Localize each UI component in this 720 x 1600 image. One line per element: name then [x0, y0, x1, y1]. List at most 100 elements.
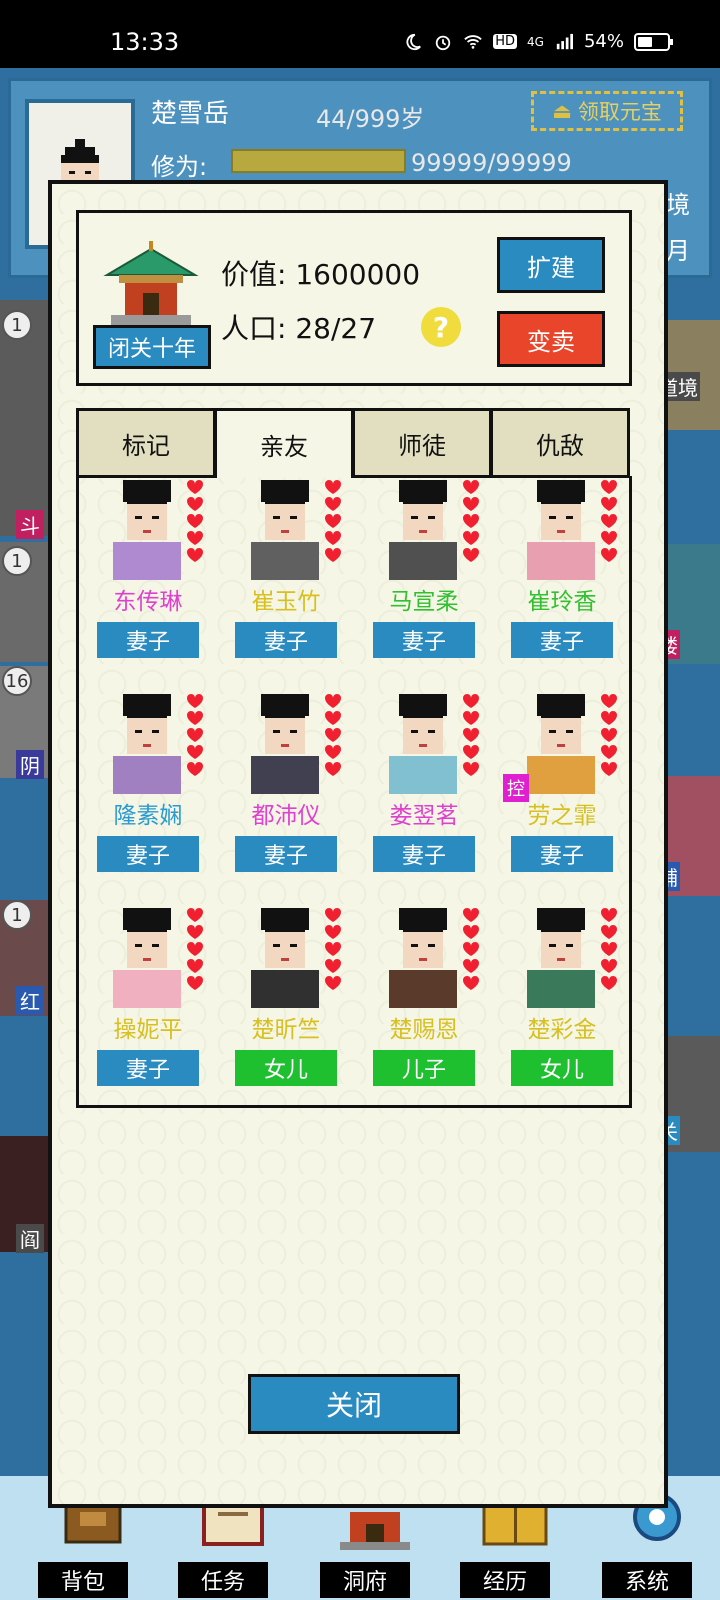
heart-icon [463, 762, 479, 776]
location-tile[interactable]: 1 红 [0, 900, 50, 1016]
heart-icon [325, 959, 341, 973]
heart-icon [601, 480, 617, 494]
heart-icon [325, 514, 341, 528]
heart-icon [463, 925, 479, 939]
family-member-card[interactable]: 崔玉竹 妻子 [219, 476, 353, 688]
badge-count: 16 [2, 666, 32, 696]
heart-icon [187, 497, 203, 511]
member-name: 操妮平 [113, 1017, 183, 1043]
heart-icon [463, 548, 479, 562]
nav-label: 系统 [602, 1562, 692, 1598]
member-portrait-icon [389, 480, 479, 580]
heart-icon [601, 711, 617, 725]
player-name: 楚雪岳 [151, 99, 230, 129]
heart-icon [187, 711, 203, 725]
family-member-card[interactable]: 马宣柔 妻子 [357, 476, 491, 688]
heart-icon [187, 976, 203, 990]
signal-icon [556, 33, 573, 49]
network-label: 4G [527, 34, 544, 49]
member-role-badge: 妻子 [97, 1050, 199, 1086]
heart-icon [187, 762, 203, 776]
value-line: 价值: 1600000 [221, 253, 420, 293]
family-member-card[interactable]: 隆素娴 妻子 [81, 690, 215, 902]
heart-icon [463, 745, 479, 759]
player-age: 44/999岁 [316, 105, 425, 133]
cultivation-bar [231, 149, 406, 173]
family-member-card[interactable]: 楚赐恩 儿子 [357, 904, 491, 1116]
member-name: 娄翌茗 [389, 803, 459, 829]
heart-icon [187, 745, 203, 759]
heart-icon [463, 514, 479, 528]
location-tile[interactable]: 16 阴 [0, 666, 50, 779]
wifi-icon [464, 34, 482, 49]
location-tile[interactable]: 1 [0, 542, 50, 662]
close-button[interactable]: 关闭 [248, 1374, 460, 1434]
location-tile[interactable]: 1 斗 [0, 300, 50, 539]
status-bar: 13:33 HD 4G 54% [0, 0, 720, 68]
value-amount: 1600000 [295, 258, 421, 291]
location-label: 红 [16, 986, 44, 1015]
badge-count: 1 [2, 900, 32, 930]
hd-badge: HD [493, 34, 518, 49]
member-portrait-icon [527, 480, 617, 580]
sell-button[interactable]: 变卖 [497, 311, 605, 367]
cave-dwelling-dialog: 闭关十年 价值: 1600000 人口: 28/27 ? 扩建 变卖 标记 亲友… [48, 180, 668, 1508]
family-member-card[interactable]: 东传琳 妻子 [81, 476, 215, 688]
tab-enemies[interactable]: 仇敌 [490, 408, 630, 478]
tab-master-disciple[interactable]: 师徒 [352, 408, 492, 478]
population-count: 28/27 [295, 312, 377, 345]
heart-icon [601, 694, 617, 708]
family-member-card[interactable]: 娄翌茗 妻子 [357, 690, 491, 902]
value-label: 价值: [221, 258, 287, 291]
family-member-card[interactable]: 都沛仪 妻子 [219, 690, 353, 902]
location-tile[interactable]: 阎 [0, 1136, 50, 1253]
heart-icon [325, 548, 341, 562]
member-role-badge: 妻子 [373, 622, 475, 658]
heart-icon [187, 694, 203, 708]
heart-icon [187, 480, 203, 494]
location-label: 斗 [16, 510, 44, 539]
nav-label: 经历 [460, 1562, 550, 1598]
heart-icon [463, 531, 479, 545]
family-member-card[interactable]: 操妮平 妻子 [81, 904, 215, 1116]
location-label: 阎 [16, 1224, 44, 1253]
member-portrait-icon [251, 480, 341, 580]
family-member-card[interactable]: 楚昕竺 女儿 [219, 904, 353, 1116]
member-role-badge: 妻子 [235, 622, 337, 658]
status-icons: HD 4G 54% [403, 31, 673, 52]
family-member-card[interactable]: 崔玲香 妻子 [495, 476, 629, 688]
claim-ingot-button[interactable]: ⏏ 领取元宝 [531, 91, 683, 131]
heart-icon [601, 959, 617, 973]
member-role-badge: 妻子 [97, 622, 199, 658]
member-role-badge: 女儿 [235, 1050, 337, 1086]
tab-marked[interactable]: 标记 [76, 408, 216, 478]
member-name: 楚赐恩 [389, 1017, 459, 1043]
expand-button[interactable]: 扩建 [497, 237, 605, 293]
battery-percent: 54% [583, 31, 624, 52]
family-member-card[interactable]: 控劳之霏 妻子 [495, 690, 629, 902]
tab-family[interactable]: 亲友 [214, 408, 354, 478]
help-icon[interactable]: ? [421, 307, 461, 347]
member-portrait-icon [251, 694, 341, 794]
heart-icon [187, 925, 203, 939]
heart-icon [187, 514, 203, 528]
pavilion-icon [103, 241, 199, 325]
heart-icon [601, 942, 617, 956]
heart-icon [325, 711, 341, 725]
family-member-card[interactable]: 楚彩金 女儿 [495, 904, 629, 1116]
cultivation-value: 99999/99999 [411, 149, 572, 177]
member-role-badge: 妻子 [373, 836, 475, 872]
heart-icon [325, 497, 341, 511]
member-portrait-icon [113, 908, 203, 1008]
heart-icon [187, 942, 203, 956]
seclusion-ten-years-button[interactable]: 闭关十年 [93, 325, 211, 369]
member-name: 楚昕竺 [251, 1017, 321, 1043]
cultivation-label: 修为: [151, 153, 208, 181]
nav-label: 背包 [38, 1562, 128, 1598]
relation-tabs: 标记 亲友 师徒 仇敌 [76, 408, 632, 478]
alarm-icon [436, 35, 451, 50]
member-portrait-icon [527, 908, 617, 1008]
heart-icon [463, 711, 479, 725]
member-portrait-icon [113, 694, 203, 794]
heart-icon [601, 925, 617, 939]
